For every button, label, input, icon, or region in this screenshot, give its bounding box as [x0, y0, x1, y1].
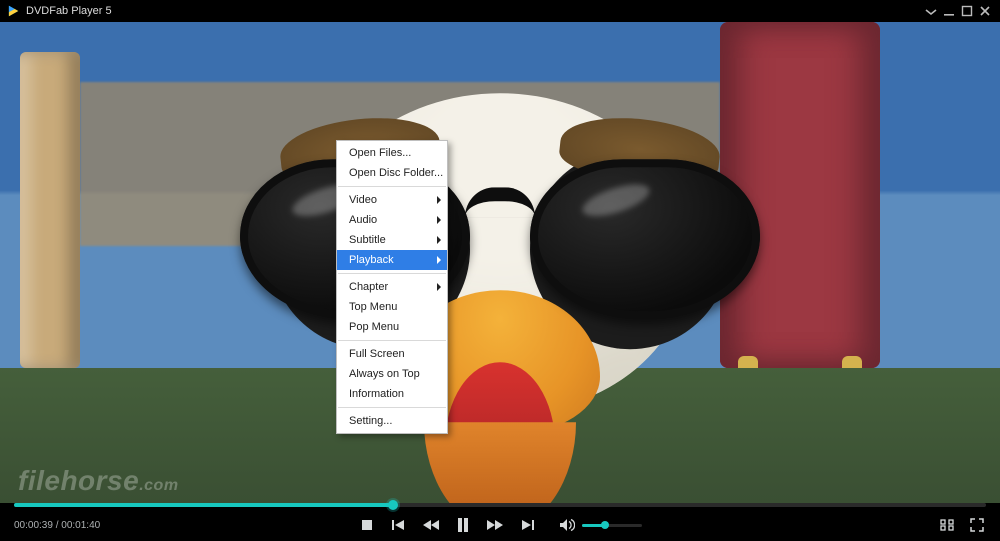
playlist-button[interactable]: [938, 516, 956, 534]
video-bg-pillar: [20, 52, 80, 368]
seek-bar-knob[interactable]: [388, 500, 398, 510]
volume-control: [558, 516, 642, 534]
context-menu-item[interactable]: Subtitle: [337, 230, 447, 250]
context-menu-item[interactable]: Pop Menu: [337, 317, 447, 337]
seek-bar[interactable]: [14, 503, 986, 507]
close-button[interactable]: [976, 2, 994, 20]
minimize-button[interactable]: [940, 2, 958, 20]
video-character: [220, 42, 780, 502]
total-time: 00:01:40: [61, 520, 100, 531]
context-menu-item[interactable]: Open Disc Folder...: [337, 163, 447, 183]
current-time: 00:00:39: [14, 520, 53, 531]
playback-controls: 00:00:39 / 00:01:40: [0, 503, 1000, 541]
title-bar[interactable]: DVDFab Player 5: [0, 0, 1000, 22]
app-logo-icon: [6, 4, 20, 18]
context-menu-separator: [338, 407, 446, 408]
context-menu-separator: [338, 273, 446, 274]
maximize-restore-button[interactable]: [958, 2, 976, 20]
fullscreen-button[interactable]: [968, 516, 986, 534]
next-button[interactable]: [518, 516, 536, 534]
volume-icon[interactable]: [558, 516, 576, 534]
context-menu-separator: [338, 186, 446, 187]
main-menu-button[interactable]: [922, 2, 940, 20]
volume-slider[interactable]: [582, 524, 642, 527]
context-menu-item[interactable]: Top Menu: [337, 297, 447, 317]
video-surface[interactable]: filehorse.com Open Files...Open Disc Fol…: [0, 22, 1000, 503]
stop-button[interactable]: [358, 516, 376, 534]
context-menu-item[interactable]: Always on Top: [337, 364, 447, 384]
context-menu-item[interactable]: Setting...: [337, 411, 447, 431]
context-menu-item[interactable]: Open Files...: [337, 143, 447, 163]
time-display: 00:00:39 / 00:01:40: [14, 520, 100, 531]
context-menu-item[interactable]: Full Screen: [337, 344, 447, 364]
context-menu-item[interactable]: Chapter: [337, 277, 447, 297]
volume-knob[interactable]: [601, 521, 609, 529]
rewind-button[interactable]: [422, 516, 440, 534]
previous-button[interactable]: [390, 516, 408, 534]
app-window: DVDFab Player 5: [0, 0, 1000, 541]
context-menu-separator: [338, 340, 446, 341]
seek-bar-fill: [14, 503, 393, 507]
play-pause-button[interactable]: [454, 516, 472, 534]
context-menu-item[interactable]: Video: [337, 190, 447, 210]
context-menu-item[interactable]: Playback: [337, 250, 447, 270]
sunglasses-icon: [240, 159, 760, 329]
context-menu-item[interactable]: Information: [337, 384, 447, 404]
context-menu-item[interactable]: Audio: [337, 210, 447, 230]
app-title: DVDFab Player 5: [26, 5, 112, 17]
context-menu[interactable]: Open Files...Open Disc Folder... VideoAud…: [336, 140, 448, 434]
fast-forward-button[interactable]: [486, 516, 504, 534]
